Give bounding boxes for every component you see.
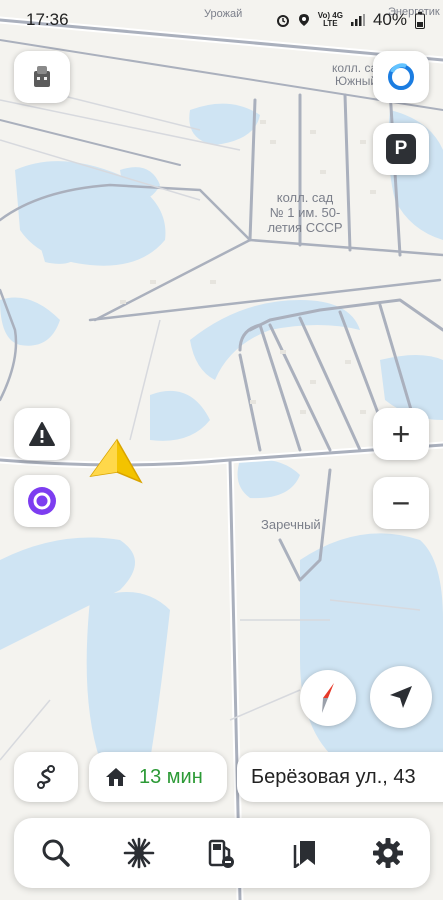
route-icon xyxy=(37,765,55,789)
alice-button[interactable] xyxy=(373,51,429,103)
fuel-icon xyxy=(208,839,234,868)
battery-percent: 40% xyxy=(372,10,407,29)
route-time: 13 мин xyxy=(139,765,203,788)
network-bottom: LTE xyxy=(323,19,338,28)
search-icon xyxy=(42,839,70,867)
battery-icon xyxy=(415,11,425,29)
my-location-button[interactable] xyxy=(370,666,432,728)
location-arrow-icon xyxy=(390,686,412,708)
alice-assistant-icon xyxy=(28,487,56,515)
zoom-in-icon: + xyxy=(391,415,411,452)
status-icons: Vo) 4G LTE 40% xyxy=(276,10,425,30)
alice-icon xyxy=(388,63,414,90)
route-home-button[interactable]: 13 мин xyxy=(89,752,227,802)
zoom-in-button[interactable]: + xyxy=(373,408,429,460)
map-label-sad-line2: № 1 им. 50- xyxy=(269,205,341,220)
bookmarks-icon xyxy=(293,841,316,868)
map-label-sad: колл. сад № 1 им. 50- летия СССР xyxy=(260,190,350,235)
status-time: 17:36 xyxy=(26,10,69,29)
road-event-button[interactable] xyxy=(14,408,70,460)
parking-icon: P xyxy=(386,134,416,164)
profile-button[interactable] xyxy=(14,51,70,103)
map-label-sad-line3: летия СССР xyxy=(267,220,343,235)
map-label-south: Южный xyxy=(335,74,378,88)
signal-icon xyxy=(350,14,365,26)
zoom-out-icon: − xyxy=(391,484,411,521)
profile-avatar-icon xyxy=(34,66,50,87)
route-toggle-button[interactable] xyxy=(14,752,78,802)
alice-assistant-button[interactable] xyxy=(14,475,70,527)
compass-icon xyxy=(322,683,334,713)
map-label-sad-line1: колл. сад xyxy=(276,190,334,205)
alarm-icon xyxy=(276,15,289,27)
compass-button[interactable] xyxy=(300,670,356,726)
parking-button[interactable]: P xyxy=(373,123,429,175)
discovery-tab[interactable] xyxy=(111,825,167,881)
zoom-out-button[interactable]: − xyxy=(373,477,429,529)
discovery-icon xyxy=(123,837,155,869)
route-destination-button[interactable]: Берёзовая ул., 43 xyxy=(237,752,443,802)
status-bar: 17:36 Vo) 4G LTE 40% xyxy=(0,0,443,40)
bookmarks-tab[interactable] xyxy=(277,825,333,881)
network-indicator: Vo) 4G LTE xyxy=(318,12,343,28)
settings-tab[interactable] xyxy=(360,825,416,881)
fuel-tab[interactable] xyxy=(194,825,250,881)
settings-icon xyxy=(373,838,404,868)
bottom-nav-bar xyxy=(14,818,430,888)
warning-icon xyxy=(29,422,55,446)
map-label-zarechny: Заречный xyxy=(261,517,321,532)
search-tab[interactable] xyxy=(28,825,84,881)
route-destination: Берёзовая ул., 43 xyxy=(251,765,416,788)
location-pin-icon xyxy=(298,14,309,26)
home-icon xyxy=(106,768,126,786)
